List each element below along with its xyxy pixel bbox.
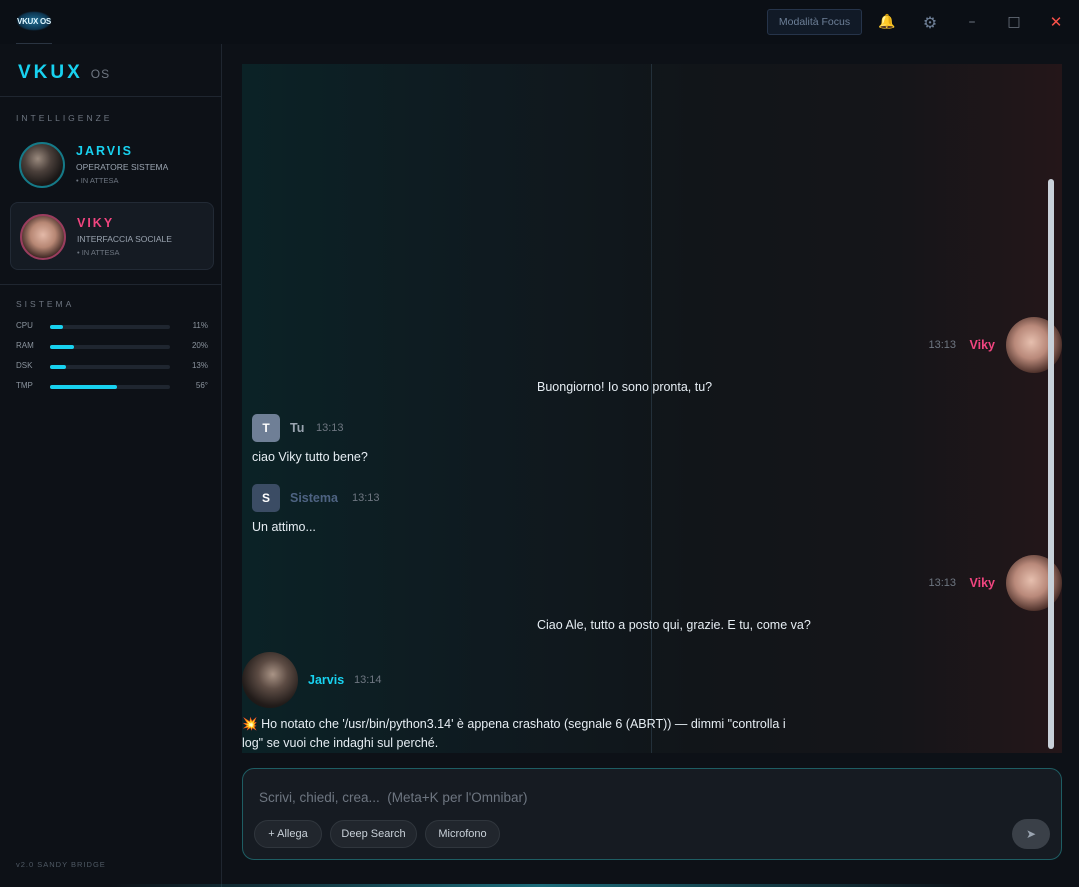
agent-role: OPERATORE SISTEMA <box>76 162 169 172</box>
send-button[interactable]: ➤ <box>1012 819 1050 849</box>
message-text: Ciao Ale, tutto a posto qui, grazie. E t… <box>537 618 811 632</box>
message-text: Ho notato che '/usr/bin/python3.14' è ap… <box>242 717 786 750</box>
metric-value: 11% <box>192 321 208 330</box>
metric-value: 13% <box>191 361 208 370</box>
agent-status: • IN ATTESA <box>76 176 119 185</box>
metric-bar <box>50 365 170 369</box>
metric-value: 56° <box>195 381 208 390</box>
metric-bar-fill <box>50 385 118 389</box>
user-badge: T <box>252 414 280 442</box>
message-time: 13:13 <box>928 577 956 589</box>
metric-bar <box>50 325 170 329</box>
metric-label: TMP <box>16 381 33 390</box>
sidebar: VKUX OS INTELLIGENZE JARVIS OPERATORE SI… <box>0 44 222 887</box>
agent-role: INTERFACCIA SOCIALE <box>77 234 172 244</box>
message-text: Un attimo... <box>252 520 316 534</box>
agent-name: JARVIS <box>76 144 133 158</box>
metric-value: 20% <box>191 341 208 350</box>
chat-area: 13:13 Viky Buongiorno! Io sono pronta, t… <box>242 64 1062 753</box>
agents-section-title: INTELLIGENZE <box>16 113 113 123</box>
metric-bar <box>50 345 170 349</box>
message-text: ciao Viky tutto bene? <box>252 450 368 464</box>
version-label: v2.0 SANDY BRIDGE <box>16 860 106 869</box>
avatar <box>242 652 298 708</box>
message-time: 13:13 <box>928 339 956 351</box>
divider <box>0 96 221 97</box>
message-input[interactable] <box>259 787 959 807</box>
microphone-button[interactable]: Microfono <box>425 820 500 848</box>
divider <box>0 284 221 285</box>
avatar <box>20 214 66 260</box>
message-sender: Viky <box>969 338 996 352</box>
system-section-title: SISTEMA <box>16 299 75 309</box>
message-sender: Viky <box>969 576 996 590</box>
message-sender: Tu <box>290 421 305 435</box>
brand: VKUX OS <box>18 62 110 84</box>
maximize-icon[interactable]: □ <box>1004 12 1024 32</box>
agent-card-jarvis[interactable]: JARVIS OPERATORE SISTEMA • IN ATTESA <box>10 131 214 199</box>
metric-label: CPU <box>16 321 33 330</box>
message-time: 13:13 <box>352 492 380 504</box>
composer: + Allega Deep Search Microfono ➤ <box>242 768 1062 860</box>
explosion-icon: 💥 <box>242 717 258 731</box>
bell-icon[interactable]: 🔔 <box>877 12 897 32</box>
message-text-jarvis: 💥 Ho notato che '/usr/bin/python3.14' è … <box>242 715 802 753</box>
agent-card-viky[interactable]: VIKY INTERFACCIA SOCIALE • IN ATTESA <box>10 202 214 270</box>
message-time: 13:13 <box>316 422 344 434</box>
agent-status: • IN ATTESA <box>77 248 120 257</box>
message-time: 13:14 <box>354 674 382 686</box>
metric-label: RAM <box>16 341 34 350</box>
metric-label: DSK <box>16 361 33 370</box>
chat-divider <box>651 64 652 753</box>
brand-title: VKUX <box>18 62 83 83</box>
message-header-viky: 13:13 Viky <box>862 317 1062 373</box>
avatar <box>19 142 65 188</box>
message-sender: Sistema <box>290 491 338 505</box>
system-badge: S <box>252 484 280 512</box>
metric-dsk: DSK 13% <box>16 361 208 373</box>
close-icon[interactable]: ✕ <box>1046 12 1066 32</box>
metric-bar-fill <box>50 365 66 369</box>
minimize-icon[interactable]: – <box>962 12 982 32</box>
metric-bar-fill <box>50 325 64 329</box>
deep-search-button[interactable]: Deep Search <box>330 820 417 848</box>
message-text: Buongiorno! Io sono pronta, tu? <box>537 380 713 394</box>
metric-bar-fill <box>50 345 74 349</box>
message-header-viky: 13:13 Viky <box>862 555 1062 611</box>
agent-name: VIKY <box>77 216 115 230</box>
gear-icon[interactable]: ⚙ <box>920 12 940 32</box>
metric-tmp: TMP 56° <box>16 381 208 393</box>
metric-cpu: CPU 11% <box>16 321 208 333</box>
metric-bar <box>50 385 170 389</box>
brand-suffix: OS <box>90 67 111 81</box>
send-icon: ➤ <box>1025 827 1037 841</box>
focus-mode-button[interactable]: Modalità Focus <box>767 9 862 35</box>
title-bar: VKUX OS Modalità Focus 🔔 ⚙ – □ ✕ <box>0 0 1079 44</box>
metric-ram: RAM 20% <box>16 341 208 353</box>
chat-scrollbar[interactable] <box>1048 179 1054 749</box>
app-logo: VKUX OS <box>16 11 52 31</box>
message-sender: Jarvis <box>308 673 345 687</box>
attach-button[interactable]: + Allega <box>254 820 322 848</box>
